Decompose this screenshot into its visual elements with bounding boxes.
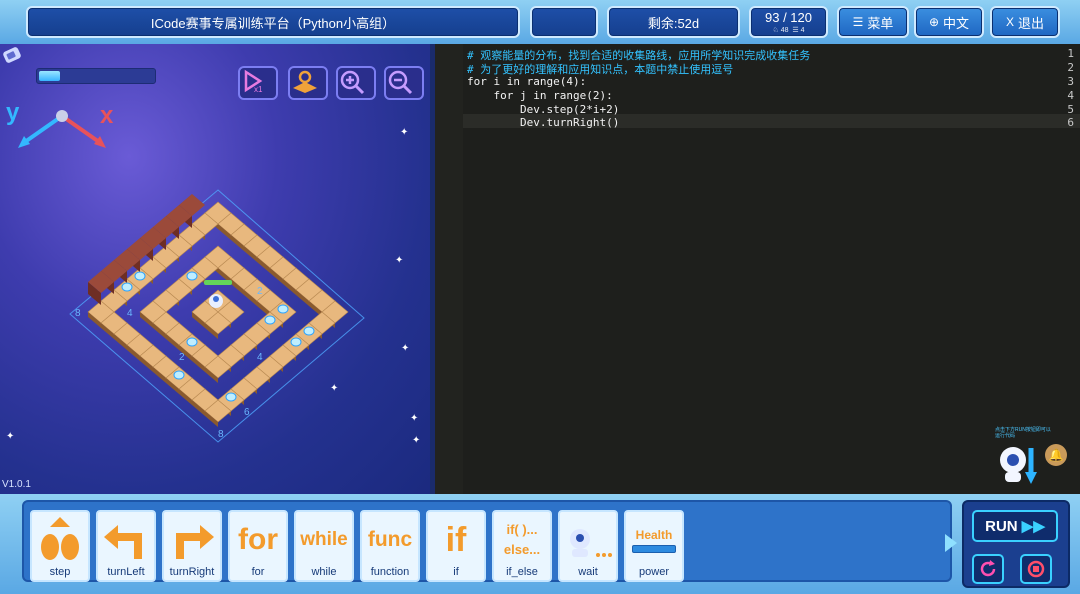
block-turn-left[interactable]: turnLeft xyxy=(96,510,156,582)
exit-button[interactable]: X 退出 xyxy=(990,6,1060,38)
line-number-gutter xyxy=(435,44,463,494)
energy-gem-icon xyxy=(225,392,237,402)
fast-forward-icon: ▶▶ xyxy=(1021,518,1045,535)
if-else-icon: if( )... else... xyxy=(503,522,541,557)
bell-icon[interactable]: 🔔 xyxy=(1045,444,1067,466)
for-icon: for xyxy=(238,523,278,556)
block-function[interactable]: func function xyxy=(360,510,420,582)
energy-gem-icon xyxy=(186,271,198,281)
game-board: 8 4 2 2 4 6 8 xyxy=(69,189,365,443)
block-if[interactable]: if if xyxy=(426,510,486,582)
line-number: 3 xyxy=(1067,75,1074,88)
energy-gem-icon xyxy=(264,315,276,325)
close-icon: X xyxy=(1005,15,1014,29)
block-while[interactable]: while while xyxy=(294,510,354,582)
tile-number-label: 2 xyxy=(179,352,185,363)
line-number: 4 xyxy=(1067,89,1074,102)
wait-icon xyxy=(570,529,612,557)
blank-panel xyxy=(530,6,598,38)
line-number: 1 xyxy=(1067,47,1074,60)
reset-button[interactable] xyxy=(972,554,1004,584)
block-turn-right[interactable]: turnRight xyxy=(162,510,222,582)
block-step[interactable]: step xyxy=(30,510,90,582)
code-line: for j in range(2): xyxy=(467,89,613,102)
code-line: Dev.step(2*i+2) xyxy=(467,103,620,116)
energy-gem-icon xyxy=(290,337,302,347)
scroll-right-arrow[interactable] xyxy=(945,534,957,552)
code-line: for i in range(4): xyxy=(467,75,587,88)
energy-gem-icon xyxy=(173,370,185,380)
block-power[interactable]: Health power xyxy=(624,510,684,582)
run-button[interactable]: RUN ▶▶ xyxy=(972,510,1058,542)
tile-number-label: 2 xyxy=(257,286,263,297)
tile-number-label: 8 xyxy=(218,429,224,440)
menu-icon: ☰ xyxy=(852,15,864,29)
language-button[interactable]: ⊕ 中文 xyxy=(914,6,984,38)
block-wait[interactable]: wait xyxy=(558,510,618,582)
if-icon: if xyxy=(445,520,467,559)
func-icon: func xyxy=(367,528,413,551)
block-for[interactable]: for for xyxy=(228,510,288,582)
energy-gem-icon xyxy=(134,271,146,281)
code-blocks-palette: step turnLeft turnRight for for while wh… xyxy=(22,500,952,582)
energy-gem-icon xyxy=(277,304,289,314)
tile-number-label: 4 xyxy=(127,308,133,319)
line-number: 6 xyxy=(1067,116,1074,129)
level-counter: 93 / 120 ♘ 48 ☰ 4 xyxy=(749,6,828,38)
step-icon xyxy=(41,517,79,560)
power-icon: Health xyxy=(626,515,682,565)
menu-button[interactable]: ☰ 菜单 xyxy=(837,6,909,38)
line-number: 2 xyxy=(1067,61,1074,74)
run-controls: RUN ▶▶ xyxy=(962,500,1070,588)
refresh-icon xyxy=(980,560,996,577)
tile-number-label: 4 xyxy=(257,352,263,363)
code-line: Dev.turnRight() xyxy=(467,116,620,129)
bottom-bar: step turnLeft turnRight for for while wh… xyxy=(0,494,1080,594)
stop-icon xyxy=(1027,560,1045,578)
stop-button[interactable] xyxy=(1020,554,1052,584)
version-label: V1.0.1 xyxy=(2,479,31,490)
energy-gem-icon xyxy=(186,337,198,347)
energy-gem-icon xyxy=(121,282,133,292)
run-hint: 点击下方RUN按钮即可以运行代码 xyxy=(995,427,1051,439)
while-icon: while xyxy=(300,529,348,550)
top-bar: ICode赛事专属训练平台（Python小高组） 剩余:52d 93 / 120… xyxy=(0,0,1080,44)
tile-number-label: 8 xyxy=(75,308,81,319)
page-title: ICode赛事专属训练平台（Python小高组） xyxy=(26,6,520,38)
turn-left-icon xyxy=(104,525,142,559)
remaining-days: 剩余:52d xyxy=(607,6,740,38)
globe-icon: ⊕ xyxy=(928,15,940,29)
line-number: 5 xyxy=(1067,103,1074,116)
energy-gem-icon xyxy=(303,326,315,336)
code-editor[interactable]: 1 2 3 4 5 6 # 观察能量的分布，找到合适的收集路线，应用所学知识完成… xyxy=(435,44,1080,494)
tile-number-label: 6 xyxy=(244,407,250,418)
game-panel: ✦ ✦ ✦ ✦ ✦ ✦ ✦ x1 y x 8 4 2 2 4 6 8 V1.0.… xyxy=(0,44,430,494)
robot-mascot-icon xyxy=(1000,447,1037,484)
block-if-else[interactable]: if( )... else... if_else xyxy=(492,510,552,582)
turn-right-icon xyxy=(176,525,214,559)
